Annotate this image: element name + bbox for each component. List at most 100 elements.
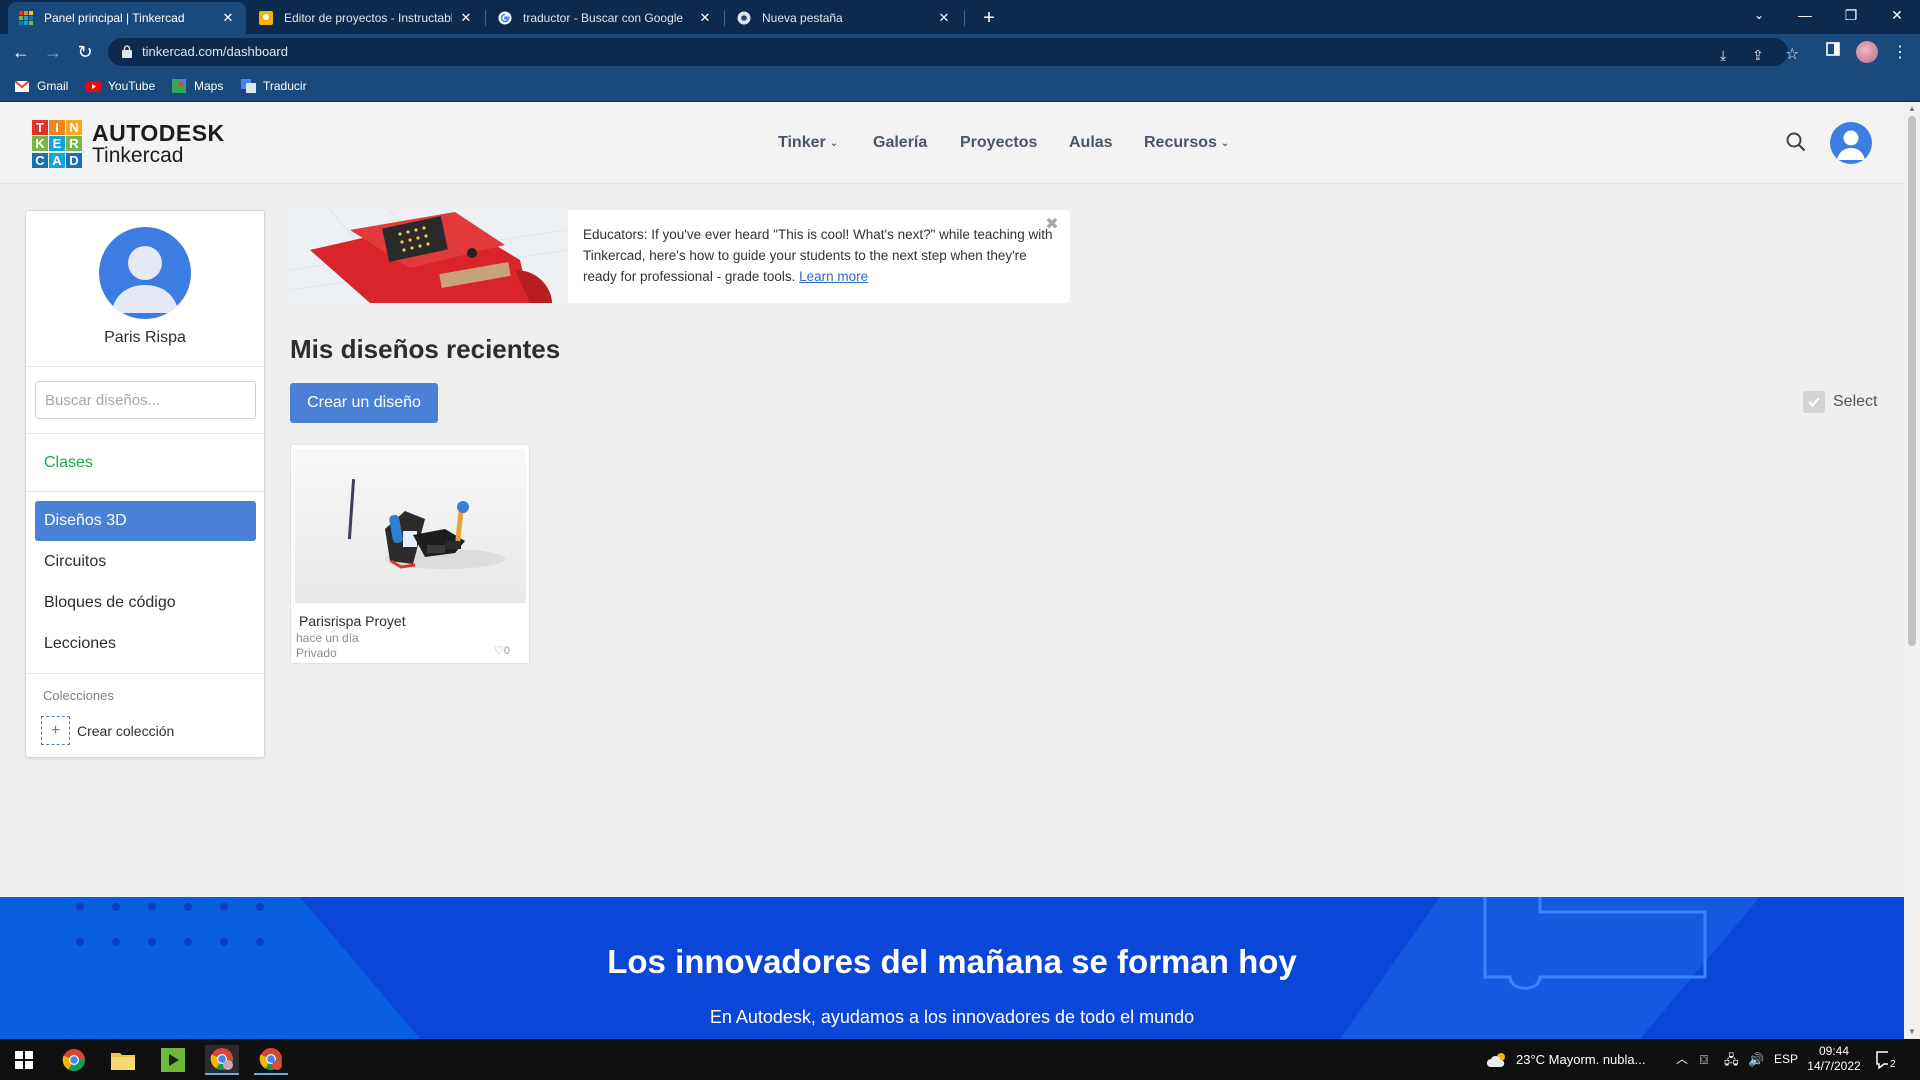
plus-icon: + — [41, 716, 70, 745]
browser-menu-icon[interactable]: ⋮ — [1892, 42, 1908, 62]
back-arrow-icon[interactable]: ← — [9, 40, 33, 64]
bookmarks-bar: Gmail YouTube Maps Traducir — [0, 70, 1920, 102]
bookmark-gmail[interactable]: Gmail — [14, 77, 68, 95]
volume-icon[interactable]: 🔊 — [1748, 1039, 1764, 1080]
profile-avatar[interactable] — [99, 227, 191, 319]
url-text: tinkercad.com/dashboard — [142, 44, 288, 59]
chrome-second-profile-taskbar-icon[interactable] — [254, 1045, 288, 1075]
forward-arrow-icon[interactable]: → — [41, 40, 65, 64]
close-window-icon[interactable]: ✕ — [1874, 0, 1920, 30]
logo-letter: I — [49, 120, 65, 135]
search-icon[interactable] — [1786, 132, 1806, 157]
nav-proyectos[interactable]: Proyectos — [960, 134, 1037, 152]
tab-nueva-pestana[interactable]: Nueva pestaña ✕ — [726, 2, 962, 34]
chevron-down-icon: ⌄ — [829, 137, 839, 149]
nav-recursos[interactable]: Recursos ⌄ — [1144, 134, 1229, 152]
design-card[interactable]: Parisrispa Proyet hace un día Privado ♡ … — [290, 444, 530, 664]
tab-close-icon[interactable]: ✕ — [697, 10, 713, 26]
nav-aulas[interactable]: Aulas — [1069, 134, 1113, 152]
address-bar[interactable]: tinkercad.com/dashboard ⤓ ⇪ ☆ — [108, 38, 1799, 66]
select-toggle[interactable]: Select — [1803, 391, 1877, 413]
close-icon[interactable]: ✖ — [1043, 216, 1061, 234]
checkbox-icon — [1803, 391, 1825, 413]
scroll-down-icon[interactable]: ▼ — [1908, 1027, 1916, 1036]
language-indicator[interactable]: ESP — [1774, 1039, 1798, 1080]
sidebar-item-circuitos[interactable]: Circuitos — [35, 542, 256, 582]
logo-letter: R — [66, 136, 82, 152]
chrome-taskbar-icon[interactable] — [57, 1045, 91, 1075]
install-app-icon[interactable]: ⤓ — [1720, 47, 1726, 64]
show-hidden-icons-chevron[interactable]: ︿ — [1676, 1039, 1688, 1080]
clock[interactable]: 09:44 14/7/2022 — [1806, 1044, 1862, 1080]
tab-panel-principal[interactable]: Panel principal | Tinkercad ✕ — [8, 2, 246, 34]
bookmark-label: YouTube — [108, 79, 156, 93]
minimize-icon[interactable]: — — [1782, 0, 1828, 30]
user-avatar[interactable] — [1830, 122, 1872, 164]
tab-instructables[interactable]: Editor de proyectos - Instructables ✕ — [248, 2, 484, 34]
tab-title: traductor - Buscar con Google — [523, 11, 684, 25]
windows-taskbar: 23°C Mayorm. nubla... ︿ ⌼ 🖧 🔊 ESP 09:44 … — [0, 1039, 1920, 1080]
nav-label: Galería — [873, 134, 928, 151]
tinkercad-favicon — [18, 10, 34, 26]
heart-icon: ♡ — [494, 645, 504, 657]
sidebar-item-lecciones[interactable]: Lecciones — [35, 624, 256, 664]
share-icon[interactable]: ⇪ — [1752, 47, 1764, 64]
logo-letter: N — [66, 120, 82, 135]
tab-google-traductor[interactable]: traductor - Buscar con Google ✕ — [487, 2, 723, 34]
reload-icon[interactable]: ↻ — [73, 40, 97, 64]
network-icon[interactable]: 🖧 — [1724, 1039, 1739, 1080]
maps-icon — [171, 79, 187, 93]
notifications-button[interactable]: 2 — [1876, 1039, 1898, 1080]
bookmark-youtube[interactable]: YouTube — [85, 77, 155, 95]
page-scrollbar[interactable]: ▲ ▼ — [1904, 102, 1920, 1039]
gmail-icon — [14, 79, 30, 93]
windows-start-icon[interactable] — [7, 1045, 41, 1075]
logo-letter: D — [66, 152, 82, 168]
tinkercad-logo[interactable]: T I N K E R C A D — [32, 120, 82, 168]
bookmark-star-icon[interactable]: ☆ — [1785, 44, 1799, 64]
search-designs-input[interactable] — [35, 381, 256, 419]
weather-widget[interactable]: 23°C Mayorm. nubla... — [1486, 1039, 1645, 1080]
file-explorer-icon[interactable] — [106, 1045, 140, 1075]
tab-close-icon[interactable]: ✕ — [936, 10, 952, 26]
sidebar: Paris Rispa Clases Diseños 3D Circuitos … — [25, 210, 265, 758]
create-collection-button[interactable]: + Crear colección — [41, 716, 174, 745]
user-name: Paris Rispa — [104, 329, 186, 346]
tab-title: Editor de proyectos - Instructables — [284, 11, 452, 25]
translate-icon — [240, 79, 256, 93]
nav-galeria[interactable]: Galería — [873, 134, 927, 152]
notification-count: 2 — [1888, 1044, 1898, 1080]
sidebar-item-disenos-3d[interactable]: Diseños 3D — [35, 501, 256, 541]
nav-label: Recursos — [1144, 134, 1217, 151]
create-design-button[interactable]: Crear un diseño — [290, 383, 438, 423]
bookmark-maps[interactable]: Maps — [171, 77, 223, 95]
restore-icon[interactable]: ❐ — [1828, 0, 1874, 30]
bookmark-label: Maps — [194, 79, 224, 93]
chrome-profile-taskbar-icon[interactable] — [205, 1045, 239, 1075]
sidebar-item-clases[interactable]: Clases — [44, 454, 93, 472]
divider — [26, 366, 264, 367]
side-panel-icon[interactable] — [1826, 42, 1840, 61]
sidebar-item-bloques-de-codigo[interactable]: Bloques de código — [35, 583, 256, 623]
tab-close-icon[interactable]: ✕ — [220, 10, 236, 26]
promo-footer: Los innovadores del mañana se forman hoy… — [0, 897, 1904, 1039]
tab-close-icon[interactable]: ✕ — [458, 10, 474, 26]
nav-tinker[interactable]: Tinker ⌄ — [778, 134, 838, 152]
media-player-icon[interactable] — [156, 1045, 190, 1075]
create-collection-label: Crear colección — [77, 722, 175, 739]
scrollbar-thumb[interactable] — [1908, 116, 1916, 646]
design-thumbnail[interactable] — [295, 449, 526, 603]
brand-autodesk: AUTODESK — [92, 120, 225, 146]
likes[interactable]: ♡ 0 — [494, 644, 510, 658]
logo-letter: A — [49, 152, 65, 168]
meet-now-icon[interactable]: ⌼ — [1700, 1039, 1708, 1080]
bookmark-traducir[interactable]: Traducir — [240, 77, 307, 95]
tab-search-chevron-icon[interactable]: ⌄ — [1736, 0, 1782, 30]
new-tab-button[interactable]: + — [975, 4, 1003, 32]
scroll-up-icon[interactable]: ▲ — [1908, 104, 1916, 113]
learn-more-link[interactable]: Learn more — [799, 269, 868, 284]
design-title[interactable]: Parisrispa Proyet — [299, 613, 406, 629]
logo-letter: E — [49, 136, 65, 152]
clock-date: 14/7/2022 — [1807, 1059, 1861, 1073]
browser-profile-avatar[interactable] — [1856, 41, 1878, 63]
